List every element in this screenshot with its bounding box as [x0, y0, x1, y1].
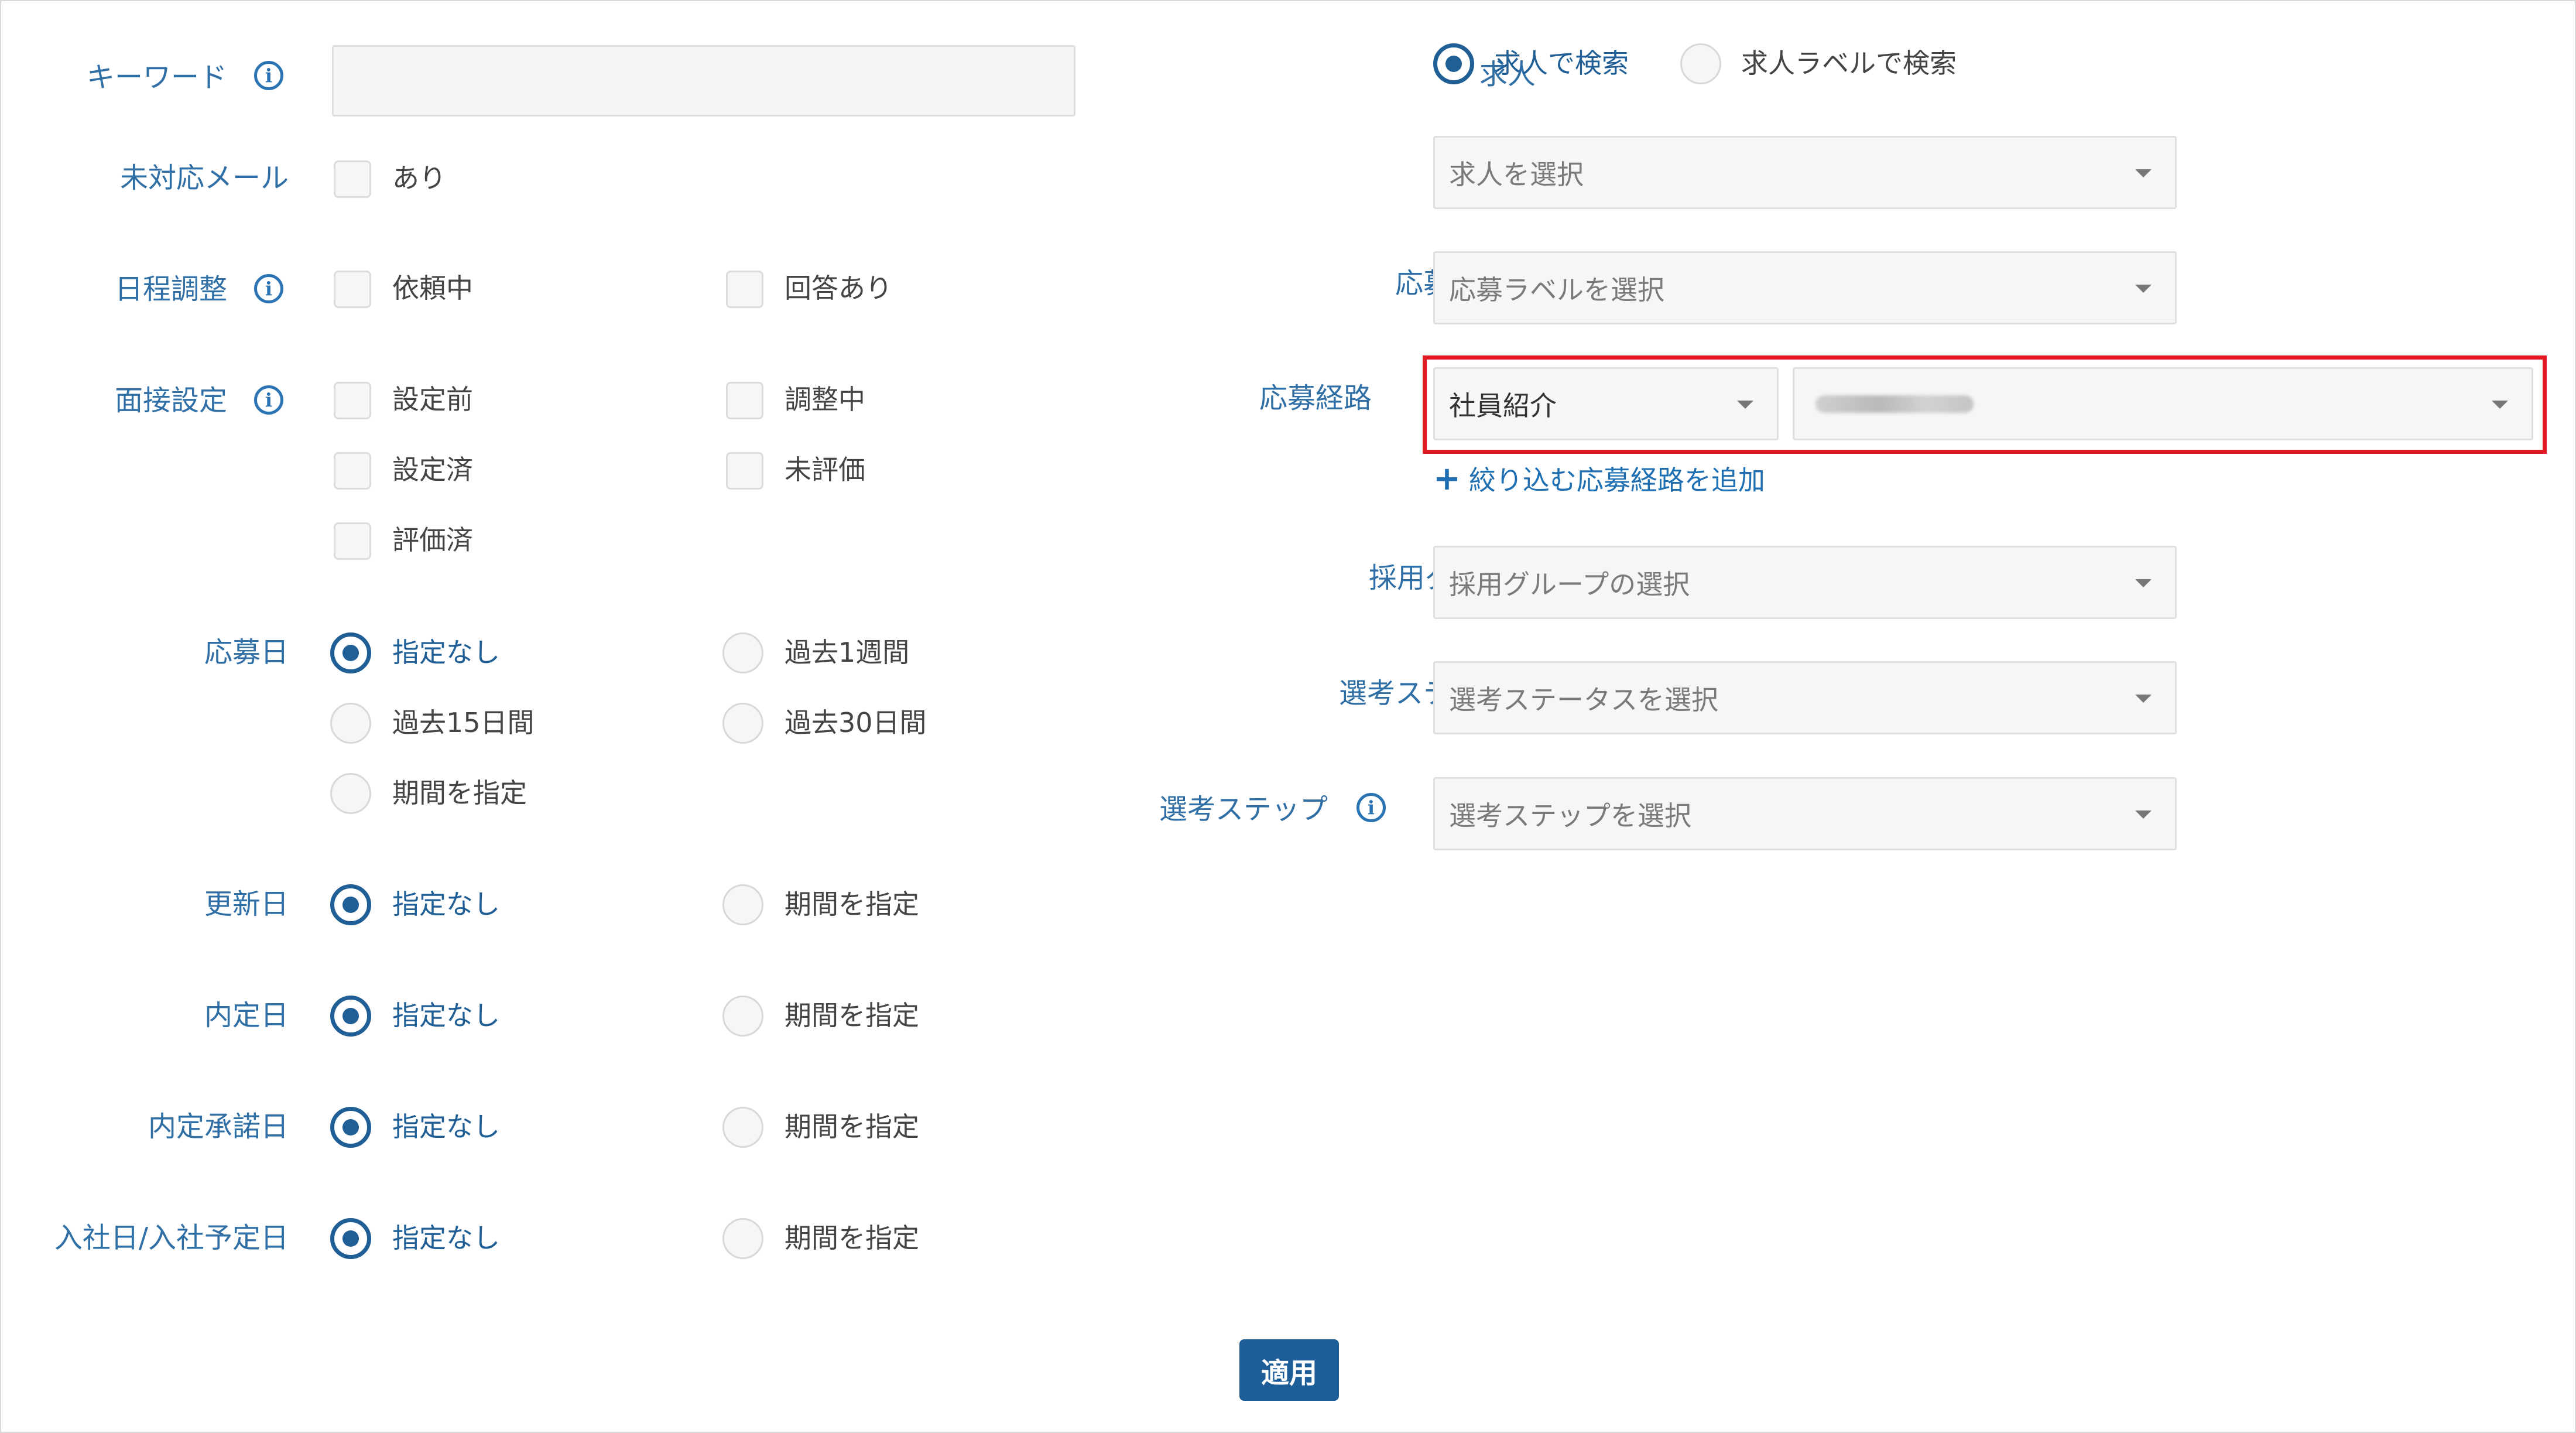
application-label-placeholder: 応募ラベルを選択	[1449, 273, 1664, 306]
recruit-group-select[interactable]: 採用グループの選択	[1433, 546, 2177, 619]
applied-date-range-option: 期間を指定	[392, 777, 527, 809]
add-route-link[interactable]: + 絞り込む応募経路を追加	[1433, 461, 1765, 498]
info-icon[interactable]: i	[254, 385, 283, 415]
offer-date-none-radio[interactable]	[330, 996, 371, 1037]
join-date-none-radio[interactable]	[330, 1218, 371, 1259]
interview-label: 面接設定	[114, 384, 227, 417]
selection-step-select[interactable]: 選考ステップを選択	[1433, 777, 2177, 850]
applied-date-30days-radio[interactable]	[722, 703, 763, 744]
plus-icon: +	[1433, 460, 1461, 498]
interview-unrated-option: 未評価	[785, 454, 865, 485]
offer-accept-date-none-option: 指定なし	[392, 1111, 500, 1143]
apply-button[interactable]: 適用	[1239, 1339, 1339, 1401]
unread-mail-option: あり	[392, 162, 446, 194]
keyword-input[interactable]	[332, 45, 1075, 117]
interview-adjusting-checkbox[interactable]	[726, 382, 763, 419]
applied-date-none-radio[interactable]	[330, 632, 371, 673]
updated-date-range-radio[interactable]	[722, 884, 763, 925]
join-date-label: 入社日/入社予定日	[54, 1222, 289, 1254]
application-label-select[interactable]: 応募ラベルを選択	[1433, 251, 2177, 324]
caret-down-icon	[2135, 810, 2152, 819]
applied-date-range-radio[interactable]	[330, 773, 371, 814]
interview-before-option: 設定前	[392, 384, 473, 415]
offer-date-none-option: 指定なし	[392, 1000, 500, 1031]
keyword-label: キーワード	[86, 61, 227, 94]
selection-step-label: 選考ステップ	[1159, 793, 1328, 826]
unread-mail-checkbox[interactable]	[334, 160, 371, 198]
caret-down-icon	[2135, 284, 2152, 293]
unread-mail-label: 未対応メール	[119, 162, 289, 194]
applied-date-label: 応募日	[204, 636, 289, 669]
schedule-answered-option: 回答あり	[785, 272, 892, 304]
schedule-label: 日程調整	[114, 273, 227, 306]
job-label-search-radio[interactable]	[1680, 43, 1721, 84]
interview-rated-checkbox[interactable]	[334, 522, 371, 560]
offer-accept-date-none-radio[interactable]	[330, 1107, 371, 1148]
updated-date-none-option: 指定なし	[392, 888, 500, 920]
selection-status-select[interactable]: 選考ステータスを選択	[1433, 661, 2177, 734]
applied-date-1week-radio[interactable]	[722, 632, 763, 673]
offer-date-range-option: 期間を指定	[785, 1000, 919, 1031]
join-date-range-radio[interactable]	[722, 1218, 763, 1259]
caret-down-icon	[2135, 694, 2152, 703]
applied-date-15days-option: 過去15日間	[392, 707, 535, 738]
interview-rated-option: 評価済	[392, 524, 473, 556]
recruit-group-placeholder: 採用グループの選択	[1449, 568, 1690, 600]
join-date-none-option: 指定なし	[392, 1222, 500, 1254]
caret-down-icon	[2492, 400, 2508, 409]
caret-down-icon	[1737, 400, 1753, 409]
info-icon[interactable]: i	[254, 61, 283, 90]
applied-date-15days-radio[interactable]	[330, 703, 371, 744]
schedule-answered-checkbox[interactable]	[726, 271, 763, 308]
offer-accept-date-label: 内定承諾日	[148, 1110, 289, 1143]
job-search-option: 求人で検索	[1494, 47, 1629, 79]
job-label-search-option: 求人ラベルで検索	[1741, 47, 1957, 79]
job-select[interactable]: 求人を選択	[1433, 136, 2177, 209]
updated-date-label: 更新日	[204, 888, 289, 921]
application-route-select[interactable]: 社員紹介	[1433, 367, 1779, 440]
application-route-sub-select[interactable]	[1793, 367, 2533, 440]
interview-unrated-checkbox[interactable]	[726, 452, 763, 490]
add-route-link-text: 絞り込む応募経路を追加	[1468, 464, 1765, 496]
interview-done-option: 設定済	[392, 454, 473, 485]
join-date-range-option: 期間を指定	[785, 1222, 919, 1254]
updated-date-none-radio[interactable]	[330, 884, 371, 925]
job-select-placeholder: 求人を選択	[1449, 158, 1584, 190]
selection-step-placeholder: 選考ステップを選択	[1449, 799, 1691, 832]
redacted-value	[1815, 395, 1974, 413]
application-route-value: 社員紹介	[1449, 389, 1557, 422]
applied-date-1week-option: 過去1週間	[785, 637, 910, 668]
caret-down-icon	[2135, 579, 2152, 587]
selection-status-placeholder: 選考ステータスを選択	[1449, 683, 1718, 716]
applied-date-30days-option: 過去30日間	[785, 707, 927, 738]
schedule-requesting-option: 依頼中	[392, 272, 473, 304]
interview-before-checkbox[interactable]	[334, 382, 371, 419]
offer-accept-date-range-radio[interactable]	[722, 1107, 763, 1148]
caret-down-icon	[2135, 169, 2152, 177]
search-filter-panel: キーワード i 未対応メール あり 日程調整 i 依頼中 回答あり 面接設定 i…	[0, 0, 2576, 1433]
offer-date-label: 内定日	[204, 999, 289, 1032]
interview-adjusting-option: 調整中	[785, 384, 865, 415]
offer-date-range-radio[interactable]	[722, 996, 763, 1037]
job-search-radio[interactable]	[1433, 43, 1474, 84]
info-icon[interactable]: i	[1356, 793, 1386, 822]
schedule-requesting-checkbox[interactable]	[334, 271, 371, 308]
interview-done-checkbox[interactable]	[334, 452, 371, 490]
application-route-label: 応募経路	[1259, 382, 1372, 415]
offer-accept-date-range-option: 期間を指定	[785, 1111, 919, 1143]
updated-date-range-option: 期間を指定	[785, 888, 919, 920]
info-icon[interactable]: i	[254, 274, 283, 303]
applied-date-none-option: 指定なし	[392, 637, 500, 668]
